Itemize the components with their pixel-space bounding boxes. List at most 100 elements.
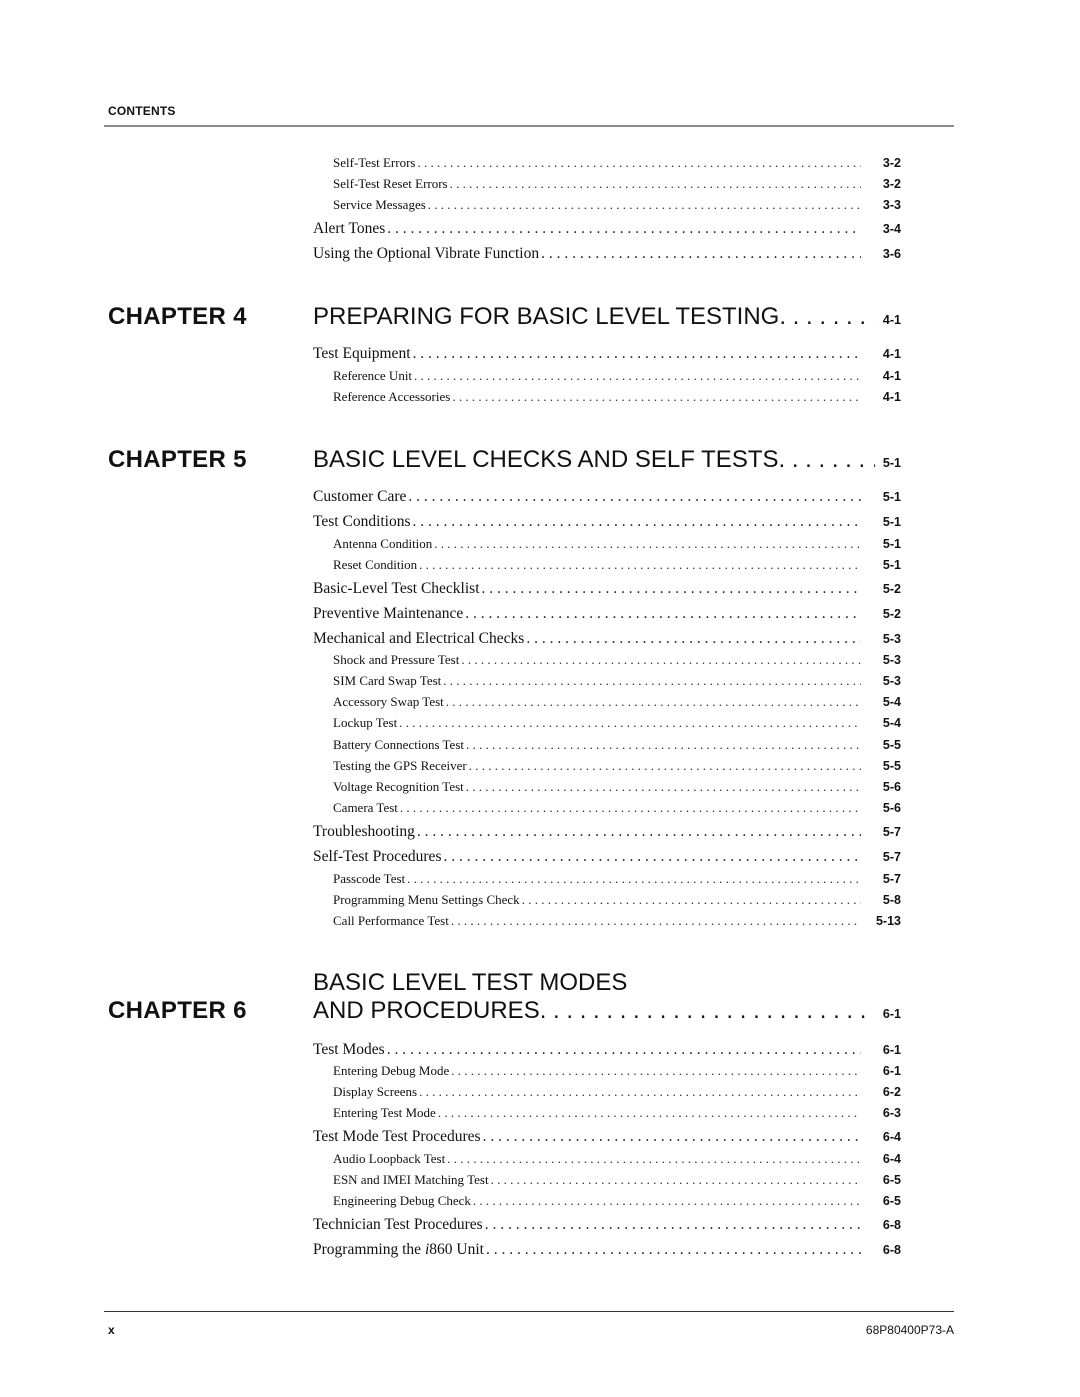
toc-entry-page: 4-1: [882, 347, 901, 361]
chapter-page: 6-1: [882, 1007, 901, 1021]
chapter-title[interactable]: BASIC LEVEL CHECKS AND SELF TESTS 5-1: [313, 446, 901, 474]
toc-entry-title: Engineering Debug Check: [333, 1193, 471, 1208]
dot-leader: [522, 892, 861, 908]
toc-entry[interactable]: Shock and Pressure Test 5-3: [333, 652, 901, 668]
toc-entry[interactable]: Alert Tones 3-4: [313, 220, 901, 238]
toc-entry[interactable]: Basic-Level Test Checklist 5-2: [313, 580, 901, 598]
toc-entry[interactable]: Test Modes 6-1: [313, 1041, 901, 1059]
toc-entry-title: Test Conditions: [313, 513, 411, 530]
dot-leader: [473, 1193, 861, 1209]
toc-entry-page: 3-2: [882, 156, 901, 170]
toc-entry-page: 5-1: [882, 558, 901, 572]
toc-entry-page: 5-7: [882, 872, 901, 886]
toc-entry[interactable]: ESN and IMEI Matching Test 6-5: [333, 1172, 901, 1188]
toc-entry-title: Mechanical and Electrical Checks: [313, 630, 525, 647]
toc-entry[interactable]: Passcode Test 5-7: [333, 871, 901, 887]
dot-leader: [451, 913, 861, 929]
toc-entry-title: Lockup Test: [333, 715, 398, 730]
toc-entry-page: 5-4: [882, 695, 901, 709]
toc-entry[interactable]: Self-Test Errors 3-2: [333, 155, 901, 171]
toc-entry-page: 5-3: [882, 653, 901, 667]
dot-leader: [400, 800, 861, 816]
toc-entry[interactable]: Test Conditions 5-1: [313, 513, 901, 531]
toc-entry[interactable]: Display Screens 6-2: [333, 1084, 901, 1100]
dot-leader: [779, 446, 875, 474]
toc-entry[interactable]: Mechanical and Electrical Checks 5-3: [313, 630, 901, 648]
dot-leader: [779, 303, 875, 331]
toc-entry-page: 5-6: [882, 780, 901, 794]
toc-entry[interactable]: Lockup Test 5-4: [333, 715, 901, 731]
toc-entry[interactable]: Camera Test 5-6: [333, 800, 901, 816]
toc-entry[interactable]: Entering Test Mode 6-3: [333, 1105, 901, 1121]
toc-entry[interactable]: Self-Test Reset Errors 3-2: [333, 176, 901, 192]
toc-entry[interactable]: Reference Unit 4-1: [333, 368, 901, 384]
toc-entry-title: Basic-Level Test Checklist: [313, 580, 480, 597]
chapter-title-text: BASIC LEVEL CHECKS AND SELF TESTS: [313, 446, 779, 473]
toc-entry-page: 5-7: [882, 825, 901, 839]
toc-entry-page: 3-4: [882, 222, 901, 236]
toc-entry[interactable]: Troubleshooting 5-7: [313, 823, 901, 841]
toc-entry-title: Self-Test Procedures: [313, 848, 442, 865]
toc-entry-title: Display Screens: [333, 1084, 418, 1099]
dot-leader: [465, 605, 861, 623]
toc-entry-page: 5-2: [882, 582, 901, 596]
toc-entry[interactable]: Customer Care 5-1: [313, 488, 901, 506]
toc-entry-title: Using the Optional Vibrate Function: [313, 245, 540, 262]
toc-entry[interactable]: Reference Accessories 4-1: [333, 389, 901, 405]
title-suffix: 860 Unit: [429, 1241, 484, 1258]
toc-entry[interactable]: Programming Menu Settings Check 5-8: [333, 892, 901, 908]
toc-entry-page: 6-3: [882, 1106, 901, 1120]
toc-entry-title: Audio Loopback Test: [333, 1151, 446, 1166]
toc-entry[interactable]: Accessory Swap Test 5-4: [333, 694, 901, 710]
toc-entry-title: Self-Test Reset Errors: [333, 176, 448, 191]
toc-entry[interactable]: Battery Connections Test 5-5: [333, 737, 901, 753]
toc-entry-page: 5-5: [882, 759, 901, 773]
toc-entry-page: 3-6: [882, 247, 901, 261]
toc-entry[interactable]: Preventive Maintenance 5-2: [313, 605, 901, 623]
toc-entry-title: Entering Test Mode: [333, 1105, 436, 1120]
toc-entry-title: ESN and IMEI Matching Test: [333, 1172, 489, 1187]
toc-entry[interactable]: SIM Card Swap Test 5-3: [333, 673, 901, 689]
dot-leader: [452, 389, 861, 405]
toc-entry[interactable]: Voltage Recognition Test 5-6: [333, 779, 901, 795]
toc-entry[interactable]: Using the Optional Vibrate Function 3-6: [313, 245, 901, 263]
dot-leader: [469, 758, 861, 774]
toc-entry-title: Test Mode Test Procedures: [313, 1128, 481, 1145]
toc-entry-page: 5-8: [882, 893, 901, 907]
dot-leader: [451, 1063, 861, 1079]
toc-entry[interactable]: Testing the GPS Receiver 5-5: [333, 758, 901, 774]
toc-entry-title: Technician Test Procedures: [313, 1216, 483, 1233]
toc-entry[interactable]: Test Equipment 4-1: [313, 345, 901, 363]
toc-entry[interactable]: Call Performance Test 5-13: [333, 913, 901, 929]
chapter-title[interactable]: AND PROCEDURES 6-1: [313, 997, 901, 1025]
title-prefix: Programming the: [313, 1241, 425, 1258]
toc-entry-page: 5-7: [882, 850, 901, 864]
toc-entry[interactable]: Reset Condition 5-1: [333, 557, 901, 573]
dot-leader: [466, 779, 861, 795]
dot-leader: [461, 652, 861, 668]
toc-entry[interactable]: Engineering Debug Check 6-5: [333, 1193, 901, 1209]
chapter-label: CHAPTER 5: [108, 446, 247, 473]
toc-entry-page: 3-2: [882, 177, 901, 191]
chapter-title-text: PREPARING FOR BASIC LEVEL TESTING: [313, 303, 780, 330]
chapter-title-text: AND PROCEDURES: [313, 997, 540, 1024]
toc-entry[interactable]: Service Messages 3-3: [333, 197, 901, 213]
toc-entry-title: Reference Unit: [333, 368, 413, 383]
toc-entry[interactable]: Test Mode Test Procedures 6-4: [313, 1128, 901, 1146]
toc-entry[interactable]: Programming the i860 Unit 6-8: [313, 1241, 901, 1259]
toc-entry-title: Reference Accessories: [333, 389, 451, 404]
toc-entry[interactable]: Audio Loopback Test 6-4: [333, 1151, 901, 1167]
header-label: CONTENTS: [108, 104, 176, 118]
toc-entry-page: 4-1: [882, 390, 901, 404]
dot-leader: [413, 345, 862, 363]
chapter-title[interactable]: PREPARING FOR BASIC LEVEL TESTING 4-1: [313, 303, 901, 331]
toc-entry[interactable]: Antenna Condition 5-1: [333, 536, 901, 552]
toc-entry-title: Camera Test: [333, 800, 398, 815]
toc-entry[interactable]: Technician Test Procedures 6-8: [313, 1216, 901, 1234]
toc-entry[interactable]: Entering Debug Mode 6-1: [333, 1063, 901, 1079]
toc-entry-page: 5-13: [875, 914, 901, 928]
dot-leader: [485, 1216, 861, 1234]
toc-entry-title: Test Equipment: [313, 345, 411, 362]
toc-entry-title: SIM Card Swap Test: [333, 673, 442, 688]
toc-entry[interactable]: Self-Test Procedures 5-7: [313, 848, 901, 866]
